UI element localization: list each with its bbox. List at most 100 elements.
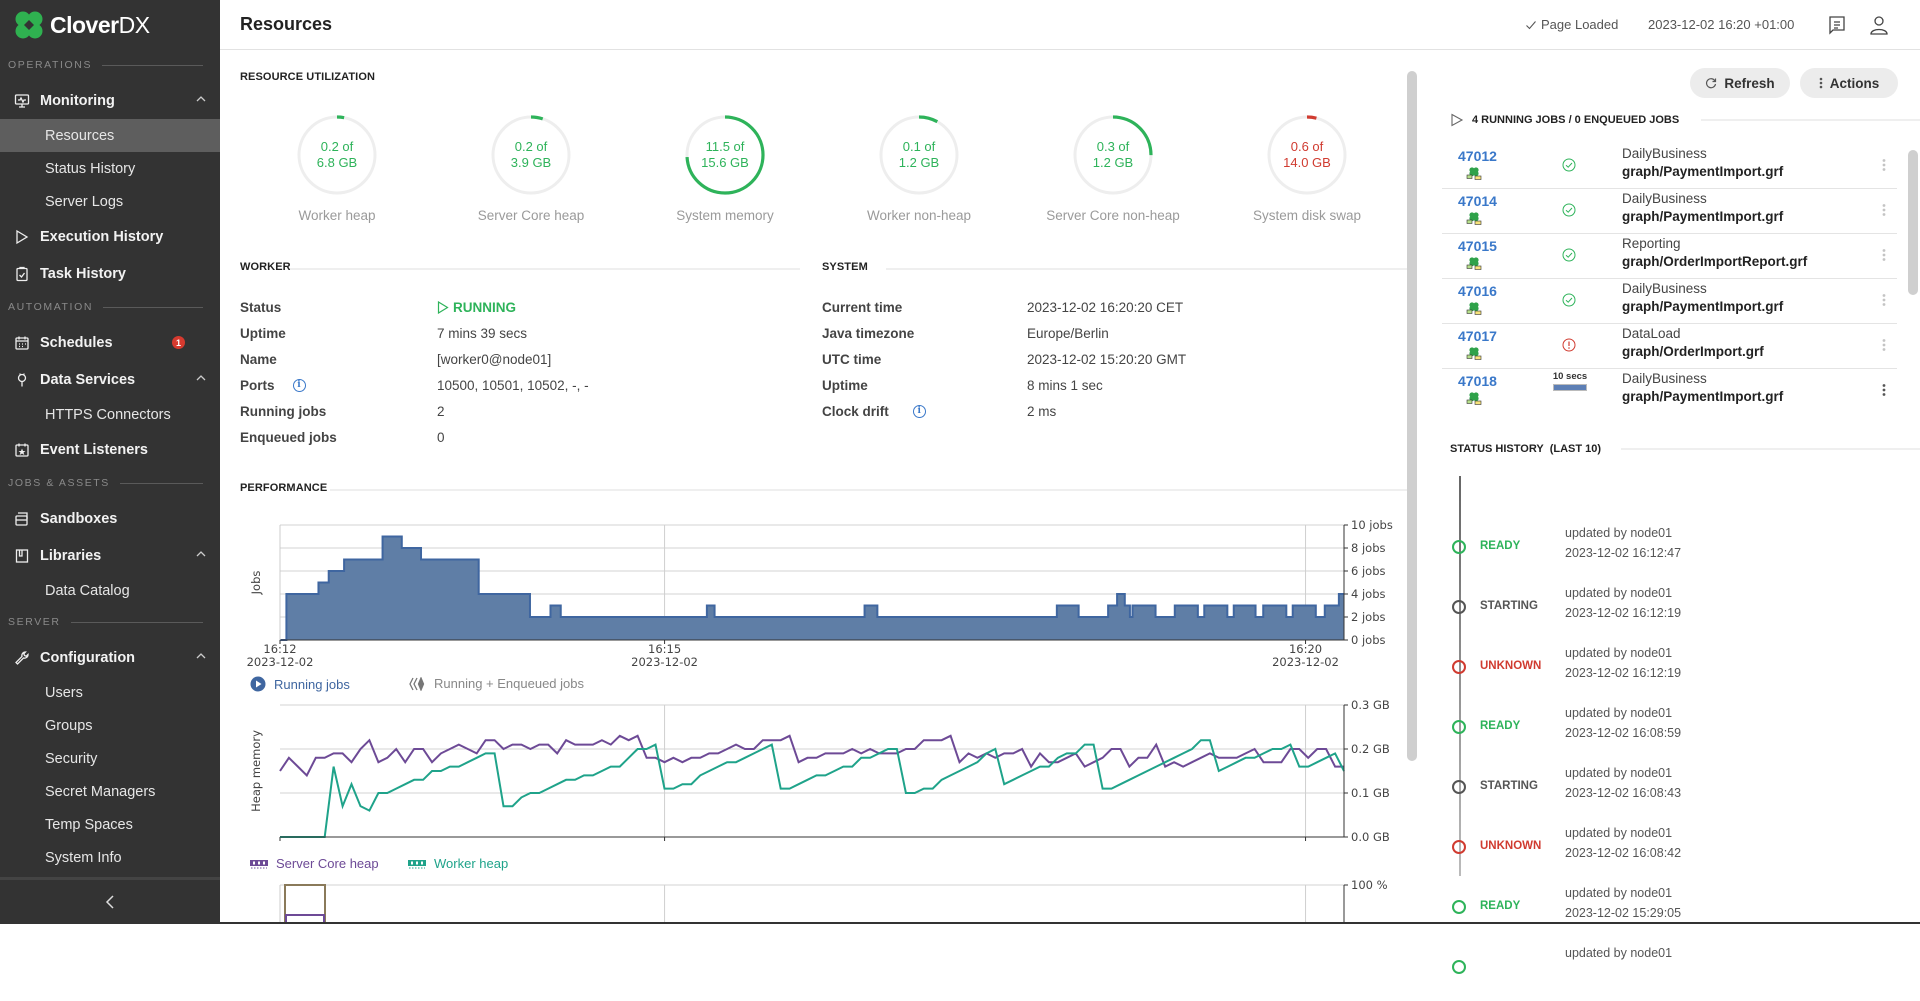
sidebar-item-secret-managers[interactable]: Secret Managers xyxy=(0,775,220,808)
page-title: Resources xyxy=(240,14,333,34)
chevron-up-icon[interactable] xyxy=(196,651,206,661)
timestamp: 2023-12-02 15:29:05 xyxy=(1565,906,1682,920)
page-loaded-status: Page Loaded xyxy=(1525,17,1618,32)
job-id-link[interactable]: 47014 xyxy=(1458,193,1497,209)
section-server: SERVER xyxy=(8,616,203,628)
status-label: UNKNOWN xyxy=(1480,840,1542,852)
kebab-menu-icon[interactable] xyxy=(1882,383,1886,397)
job-id-link[interactable]: 47016 xyxy=(1458,283,1497,299)
sidebar-item-label: Sandboxes xyxy=(40,510,118,527)
legend-running-enqueued-jobs[interactable]: Running + Enqueued jobs xyxy=(408,676,584,691)
y-tick-label: 6 jobs xyxy=(1351,564,1386,578)
kebab-menu-icon[interactable] xyxy=(1882,293,1886,307)
legend-label: Running + Enqueued jobs xyxy=(434,676,584,691)
sidebar-item-configuration[interactable]: Configuration xyxy=(0,641,220,674)
status-dot-icon xyxy=(1452,600,1466,614)
job-row[interactable]: 47016 DailyBusiness graph/PaymentImport.… xyxy=(1442,279,1897,324)
status-history-item: STARTING updated by node01 2023-12-02 16… xyxy=(1442,581,1902,641)
x-tick-label: 16:20 xyxy=(1289,642,1322,656)
job-row[interactable]: 47012 DailyBusiness graph/PaymentImport.… xyxy=(1442,144,1897,189)
job-id-link[interactable]: 47015 xyxy=(1458,238,1497,254)
sidebar-item-resources[interactable]: Resources xyxy=(0,119,220,152)
collapse-sidebar-button[interactable] xyxy=(0,877,220,924)
user-icon[interactable] xyxy=(1868,14,1890,36)
job-sandbox: DailyBusiness xyxy=(1622,146,1707,161)
section-jobs-assets: JOBS & ASSETS xyxy=(8,477,203,489)
refresh-button[interactable]: Refresh xyxy=(1690,68,1790,98)
updated-by: updated by node01 xyxy=(1565,526,1673,540)
job-id-link[interactable]: 47017 xyxy=(1458,328,1497,344)
sidebar-item-schedules[interactable]: Schedules 1 xyxy=(0,326,220,359)
job-file[interactable]: graph/PaymentImport.grf xyxy=(1622,389,1783,404)
job-row[interactable]: 47018 10 secs DailyBusiness graph/Paymen… xyxy=(1442,369,1897,414)
schedules-badge: 1 xyxy=(172,336,185,349)
legend-running-jobs[interactable]: Running jobs xyxy=(250,676,350,692)
job-file[interactable]: graph/PaymentImport.grf xyxy=(1622,299,1783,314)
sidebar-item-status-history[interactable]: Status History xyxy=(0,152,220,185)
sidebar-item-data-catalog[interactable]: Data Catalog xyxy=(0,574,220,607)
status-history-heading: STATUS HISTORY (LAST 10) xyxy=(1450,443,1920,455)
sidebar-item-server-logs[interactable]: Server Logs xyxy=(0,185,220,218)
job-id-link[interactable]: 47012 xyxy=(1458,148,1497,164)
y-tick-label: 10 jobs xyxy=(1351,518,1393,532)
check-circle-icon xyxy=(1562,293,1576,307)
refresh-icon xyxy=(1706,78,1717,89)
chevron-up-icon[interactable] xyxy=(196,373,206,383)
sidebar-item-task-history[interactable]: Task History xyxy=(0,257,220,290)
main-scrollbar[interactable] xyxy=(1407,71,1417,761)
wrench-icon xyxy=(14,650,30,666)
sidebar-item-security[interactable]: Security xyxy=(0,742,220,775)
sidebar-item-event-listeners[interactable]: Event Listeners xyxy=(0,433,220,466)
sidebar-item-data-services[interactable]: Data Services xyxy=(0,363,220,396)
layers-icon xyxy=(409,676,425,691)
clover-logo[interactable]: CloverDX xyxy=(14,10,150,40)
sidebar-item-libraries[interactable]: Libraries xyxy=(0,539,220,572)
legend-server-core-heap[interactable]: Server Core heap xyxy=(250,856,379,871)
job-file[interactable]: graph/PaymentImport.grf xyxy=(1622,164,1783,179)
sidebar-item-execution-history[interactable]: Execution History xyxy=(0,220,220,253)
kebab-menu-icon[interactable] xyxy=(1882,248,1886,262)
legend-worker-heap[interactable]: Worker heap xyxy=(408,856,508,871)
sandbox-icon xyxy=(14,511,30,527)
sidebar-item-groups[interactable]: Groups xyxy=(0,709,220,742)
job-status xyxy=(1562,248,1576,267)
job-file[interactable]: graph/PaymentImport.grf xyxy=(1622,209,1783,224)
job-row[interactable]: 47017 DataLoad graph/OrderImport.grf xyxy=(1442,324,1897,369)
kebab-menu-icon[interactable] xyxy=(1882,338,1886,352)
job-row[interactable]: 47014 DailyBusiness graph/PaymentImport.… xyxy=(1442,189,1897,234)
top-header: Resources Page Loaded 2023-12-02 16:20 +… xyxy=(220,0,1920,50)
job-status xyxy=(1562,293,1576,312)
status-dot-icon xyxy=(1452,840,1466,854)
heading-text: 4 RUNNING JOBS / 0 ENQUEUED JOBS xyxy=(1472,114,1680,126)
sidebar-item-https-connectors[interactable]: HTTPS Connectors xyxy=(0,398,220,431)
status-dot-icon xyxy=(1452,660,1466,674)
graph-job-icon xyxy=(1466,302,1482,315)
event-calendar-icon xyxy=(14,442,30,458)
sidebar-item-monitoring[interactable]: Monitoring xyxy=(0,84,220,117)
actions-button[interactable]: Actions xyxy=(1800,68,1898,98)
job-id-link[interactable]: 47018 xyxy=(1458,373,1497,389)
status-history-item: READY updated by node01 2023-12-02 15:29… xyxy=(1442,881,1902,941)
status-label: UNKNOWN xyxy=(1480,660,1542,672)
kebab-menu-icon[interactable] xyxy=(1882,203,1886,217)
jobs-scrollbar[interactable] xyxy=(1908,150,1918,295)
chevron-up-icon[interactable] xyxy=(196,94,206,104)
job-file[interactable]: graph/OrderImport.grf xyxy=(1622,344,1764,359)
sidebar-item-temp-spaces[interactable]: Temp Spaces xyxy=(0,808,220,841)
sidebar: CloverDX OPERATIONS Monitoring Resources… xyxy=(0,0,220,924)
sidebar-item-system-info[interactable]: System Info xyxy=(0,841,220,874)
status-label: READY xyxy=(1480,540,1521,552)
job-file[interactable]: graph/OrderImportReport.grf xyxy=(1622,254,1807,269)
job-row[interactable]: 47015 Reporting graph/OrderImportReport.… xyxy=(1442,234,1897,279)
sidebar-item-sandboxes[interactable]: Sandboxes xyxy=(0,502,220,535)
notes-icon[interactable] xyxy=(1826,14,1848,36)
sidebar-item-users[interactable]: Users xyxy=(0,676,220,709)
status-label: READY xyxy=(1480,900,1521,912)
status-dot-icon xyxy=(1452,900,1466,914)
graph-job-icon xyxy=(1466,212,1482,225)
job-sandbox: DailyBusiness xyxy=(1622,371,1707,386)
kebab-menu-icon[interactable] xyxy=(1882,158,1886,172)
status-label: STARTING xyxy=(1480,780,1538,792)
running-jobs-area xyxy=(280,536,1344,640)
chevron-up-icon[interactable] xyxy=(196,549,206,559)
